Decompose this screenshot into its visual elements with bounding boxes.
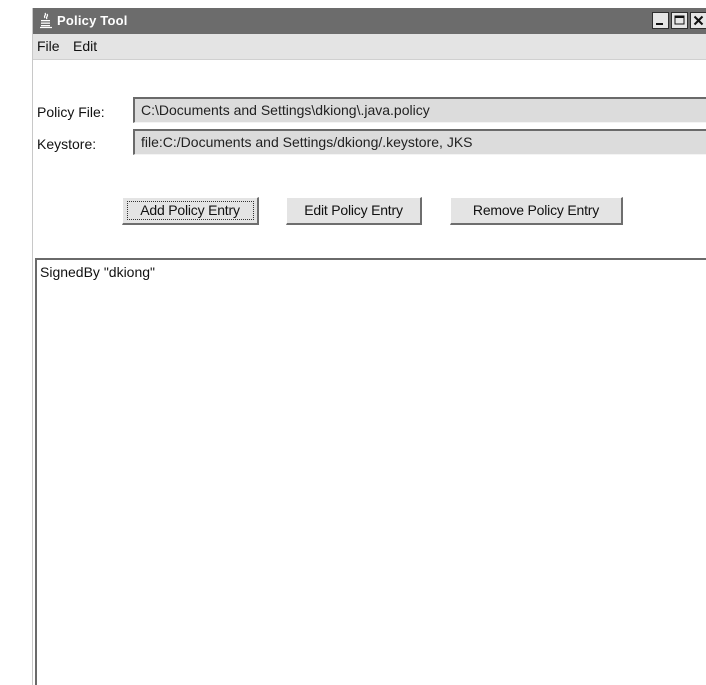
title-bar[interactable]: Policy Tool: [33, 8, 706, 34]
policy-file-label: Policy File:: [37, 104, 105, 120]
close-icon[interactable]: [690, 12, 706, 29]
window-title: Policy Tool: [57, 13, 128, 28]
edit-policy-entry-button[interactable]: Edit Policy Entry: [286, 197, 422, 225]
edit-policy-entry-label: Edit Policy Entry: [304, 202, 403, 218]
keystore-label: Keystore:: [37, 136, 97, 152]
minimize-icon[interactable]: [652, 12, 669, 29]
remove-policy-entry-button[interactable]: Remove Policy Entry: [450, 197, 623, 225]
add-policy-entry-label: Add Policy Entry: [140, 202, 240, 218]
menu-bar: File Edit: [33, 34, 706, 60]
policy-entry-list[interactable]: SignedBy "dkiong": [35, 258, 706, 685]
window-controls: [652, 12, 706, 30]
keystore-field[interactable]: file:C:/Documents and Settings/dkiong/.k…: [133, 129, 706, 155]
java-cup-icon: [40, 12, 52, 29]
add-policy-entry-button[interactable]: Add Policy Entry: [122, 197, 259, 225]
menu-edit[interactable]: Edit: [73, 38, 97, 54]
policy-file-field[interactable]: C:\Documents and Settings\dkiong\.java.p…: [133, 97, 706, 123]
menu-file[interactable]: File: [37, 38, 60, 54]
policy-tool-window: Policy Tool File Edit Policy File: C:\Do…: [32, 8, 706, 685]
list-item[interactable]: SignedBy "dkiong": [40, 264, 155, 280]
remove-policy-entry-label: Remove Policy Entry: [472, 202, 600, 218]
maximize-icon[interactable]: [671, 12, 688, 29]
